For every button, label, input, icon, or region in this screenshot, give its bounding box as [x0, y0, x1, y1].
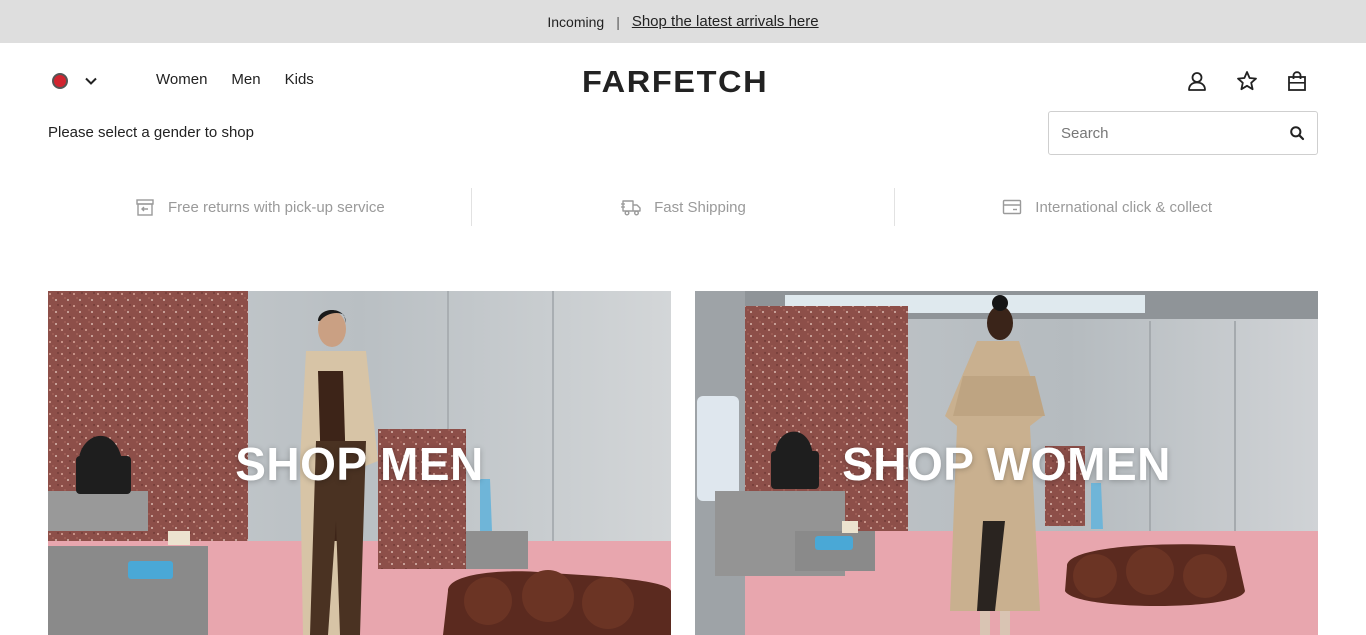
gender-nav: Women Men Kids [156, 71, 314, 88]
gender-prompt: Please select a gender to shop [48, 124, 254, 141]
country-flag-icon [52, 73, 68, 89]
chevron-down-icon [85, 77, 97, 85]
benefit-fast-shipping[interactable]: Fast Shipping [470, 188, 896, 226]
search-box [1048, 111, 1318, 155]
site-header: Women Men Kids FARFETCH [0, 43, 1366, 121]
promo-separator: | [616, 13, 620, 30]
search-icon[interactable] [1289, 125, 1305, 141]
bag-icon[interactable] [1286, 70, 1308, 92]
shop-men-label[interactable]: SHOP MEN [48, 437, 671, 491]
promo-label: Incoming [547, 13, 605, 30]
nav-women[interactable]: Women [156, 71, 207, 88]
shop-women-tile[interactable]: SHOP WOMEN [695, 291, 1318, 635]
promo-bar: Incoming | Shop the latest arrivals here [0, 0, 1366, 43]
region-selector[interactable] [52, 73, 98, 89]
benefit-click-collect[interactable]: International click & collect [895, 188, 1318, 226]
benefit-fast-shipping-label: Fast Shipping [654, 198, 746, 216]
shop-men-tile[interactable]: SHOP MEN [48, 291, 671, 635]
benefits-strip: Free returns with pick-up service Fast S… [48, 188, 1318, 226]
nav-men[interactable]: Men [231, 71, 260, 88]
wishlist-icon[interactable] [1236, 70, 1258, 92]
benefit-free-returns[interactable]: Free returns with pick-up service [48, 188, 471, 226]
search-input[interactable] [1061, 124, 1289, 142]
account-icon[interactable] [1186, 70, 1208, 92]
benefit-free-returns-label: Free returns with pick-up service [167, 198, 385, 216]
shop-women-label[interactable]: SHOP WOMEN [695, 437, 1318, 491]
benefit-click-collect-label: International click & collect [1035, 198, 1213, 216]
returns-box-icon [136, 199, 154, 216]
farfetch-logo[interactable]: FARFETCH [582, 64, 768, 100]
promo-link[interactable]: Shop the latest arrivals here [632, 13, 819, 30]
nav-kids[interactable]: Kids [285, 71, 314, 88]
card-icon [1003, 199, 1022, 215]
utility-icons [1186, 70, 1308, 92]
delivery-truck-icon [621, 200, 641, 216]
